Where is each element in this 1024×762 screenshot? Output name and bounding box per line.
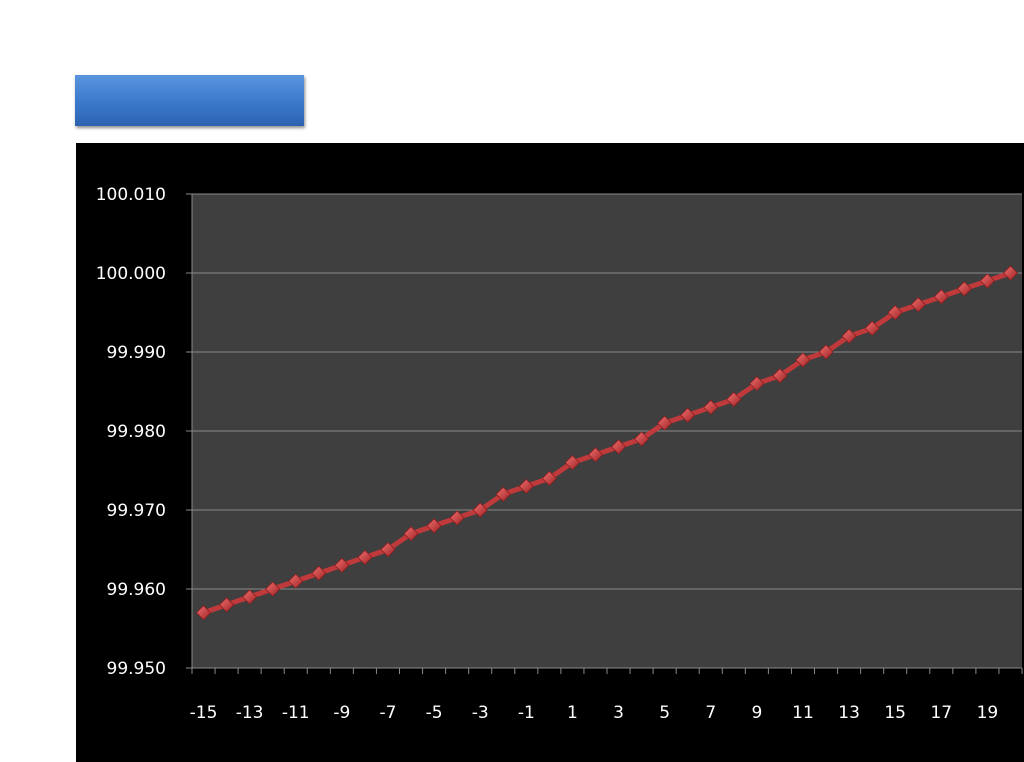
x-tick-label: 7 xyxy=(705,703,716,723)
x-tick-label: 5 xyxy=(659,703,670,723)
y-tick-label: 100.000 xyxy=(96,264,166,284)
x-tick-label: -9 xyxy=(333,703,350,723)
x-tick-label: -7 xyxy=(379,703,396,723)
x-tick-label: -3 xyxy=(472,703,489,723)
x-tick-label: -1 xyxy=(518,703,535,723)
x-tick-label: -15 xyxy=(190,703,218,723)
x-tick-label: 13 xyxy=(838,703,860,723)
y-tick-label: 99.950 xyxy=(107,659,166,679)
x-tick-label: 11 xyxy=(792,703,814,723)
x-tick-label: 1 xyxy=(567,703,578,723)
x-tick-label: 3 xyxy=(613,703,624,723)
x-tick-label: -5 xyxy=(426,703,443,723)
y-tick-label: 99.980 xyxy=(107,422,166,442)
x-tick-label: 19 xyxy=(977,703,999,723)
y-tick-label: 100.010 xyxy=(96,185,166,205)
x-tick-label: 17 xyxy=(930,703,952,723)
x-tick-label: -11 xyxy=(282,703,310,723)
y-tick-label: 99.970 xyxy=(107,501,166,521)
x-tick-label: 9 xyxy=(751,703,762,723)
x-tick-label: -13 xyxy=(236,703,264,723)
x-tick-label: 15 xyxy=(884,703,906,723)
line-chart: 99.950 99.960 99.970 99.980 99.990 100.000 100… xyxy=(96,185,1023,723)
y-tick-label: 99.990 xyxy=(107,343,166,363)
y-tick-label: 99.960 xyxy=(107,580,166,600)
